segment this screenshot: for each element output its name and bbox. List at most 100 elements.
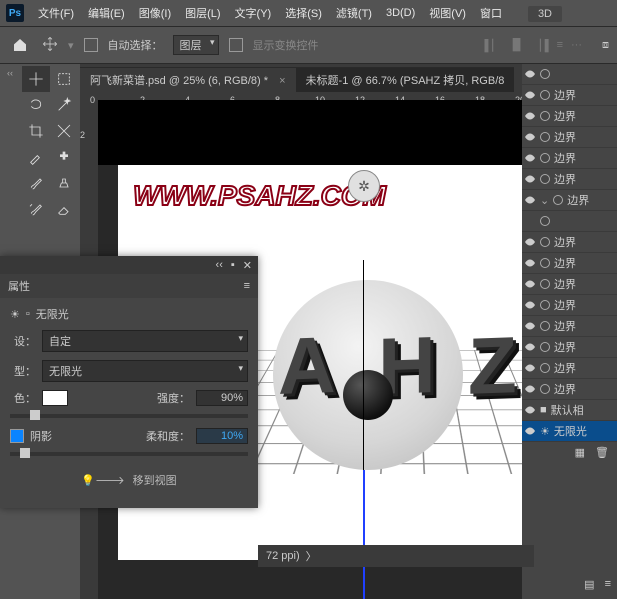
slice-tool[interactable] (50, 118, 78, 144)
align-left-icon[interactable]: ▌▏ (484, 39, 500, 52)
layer-row[interactable]: 边界 (522, 274, 617, 295)
visibility-icon[interactable] (524, 152, 536, 164)
collapse-tools-icon[interactable]: ‹‹ (0, 68, 20, 78)
layer-row[interactable] (522, 64, 617, 85)
light-thumb-icon: ▫ (26, 308, 30, 320)
layer-row-selected[interactable]: ☀无限光 (522, 421, 617, 442)
move-to-view-button[interactable]: 移到视图 (133, 472, 177, 488)
show-transform-label: 显示变换控件 (253, 37, 319, 53)
doc-tab-2[interactable]: 未标题-1 @ 66.7% (PSAHZ 拷贝, RGB/8 (296, 67, 515, 92)
panel-menu-icon[interactable]: ≡ (605, 578, 611, 591)
layer-row[interactable]: 边界 (522, 316, 617, 337)
show-transform-checkbox[interactable] (229, 38, 243, 52)
clone-stamp-tool[interactable] (50, 170, 78, 196)
visibility-icon[interactable] (524, 173, 536, 185)
magic-wand-tool[interactable] (50, 92, 78, 118)
intensity-slider[interactable] (10, 414, 248, 418)
visibility-icon[interactable] (524, 425, 536, 437)
menu-window[interactable]: 窗口 (480, 5, 502, 21)
move-tool-icon (42, 36, 58, 55)
crop-tool[interactable] (22, 118, 50, 144)
menu-edit[interactable]: 编辑(E) (88, 5, 125, 21)
eyedropper-tool[interactable] (22, 144, 50, 170)
trash-icon[interactable]: 🗑 (595, 446, 609, 459)
layer-row[interactable]: 边界 (522, 358, 617, 379)
visibility-icon[interactable] (524, 236, 536, 248)
doc-tab-1[interactable]: 阿飞新菜谱.psd @ 25% (6, RGB/8) * × (80, 67, 296, 92)
axis-z-line[interactable] (363, 470, 365, 599)
close-panel-icon[interactable]: ✕ (243, 259, 252, 272)
3d-letter-z: Z (468, 319, 517, 413)
layer-row[interactable]: ⌄边界 (522, 190, 617, 211)
workspace-3d-tab[interactable]: 3D (528, 6, 562, 22)
preset-select[interactable]: 自定 (42, 330, 248, 352)
layer-row[interactable]: 边界 (522, 295, 617, 316)
visibility-icon[interactable] (524, 89, 536, 101)
menu-view[interactable]: 视图(V) (429, 5, 466, 21)
type-select[interactable]: 无限光 (42, 360, 248, 382)
visibility-icon[interactable] (524, 383, 536, 395)
visibility-icon[interactable] (524, 362, 536, 374)
visibility-icon[interactable] (524, 257, 536, 269)
auto-select-combo[interactable]: 图层 (173, 35, 219, 55)
panel-expand-icon[interactable]: ▤ (584, 578, 594, 591)
layer-row[interactable]: 边界 (522, 127, 617, 148)
visibility-icon[interactable] (524, 278, 536, 290)
eraser-tool[interactable] (50, 196, 78, 222)
softness-slider[interactable] (10, 452, 248, 456)
collapse-panel-icon[interactable]: ‹‹ (216, 259, 223, 271)
bulb-icon[interactable]: 💡🡒 (81, 473, 124, 487)
menu-filter[interactable]: 滤镜(T) (336, 5, 372, 21)
panel-options-icon[interactable]: ≡ (244, 280, 250, 292)
menu-image[interactable]: 图像(I) (139, 5, 171, 21)
layer-row[interactable] (522, 211, 617, 232)
menu-3d[interactable]: 3D(D) (386, 7, 415, 19)
auto-select-checkbox[interactable] (84, 38, 98, 52)
3d-letter-a: A (278, 319, 336, 413)
visibility-icon[interactable] (524, 110, 536, 122)
layer-row[interactable]: 边界 (522, 379, 617, 400)
layer-row[interactable]: 边界 (522, 169, 617, 190)
home-button[interactable] (8, 33, 32, 57)
status-chevron-icon[interactable]: 〉 (306, 548, 317, 564)
panel-menu-icon[interactable]: ▪ (231, 259, 235, 271)
3d-mode-icon[interactable]: ⧈ (602, 39, 609, 52)
menu-select[interactable]: 选择(S) (285, 5, 322, 21)
menu-layer[interactable]: 图层(L) (185, 5, 220, 21)
visibility-icon[interactable] (524, 68, 536, 80)
brush-tool[interactable] (22, 170, 50, 196)
layer-row[interactable]: 边界 (522, 106, 617, 127)
menu-file[interactable]: 文件(F) (38, 5, 74, 21)
visibility-icon[interactable] (524, 131, 536, 143)
color-swatch[interactable] (42, 390, 68, 406)
visibility-icon[interactable] (524, 404, 536, 416)
lasso-tool[interactable] (22, 92, 50, 118)
layer-row[interactable]: 边界 (522, 148, 617, 169)
layers-menu-icon[interactable]: ▦ (575, 446, 585, 459)
light-pivot-control[interactable]: ✲ (348, 170, 380, 202)
visibility-icon[interactable] (524, 299, 536, 311)
marquee-tool[interactable] (50, 66, 78, 92)
move-tool[interactable] (22, 66, 50, 92)
distribute-icon[interactable]: ≡ (557, 39, 563, 52)
healing-brush-tool[interactable] (50, 144, 78, 170)
align-center-h-icon[interactable]: ▐▌ (509, 39, 525, 52)
more-align-icon[interactable]: ··· (571, 39, 582, 52)
layer-row[interactable]: 边界 (522, 232, 617, 253)
softness-input[interactable]: 10% (196, 428, 248, 444)
layer-row[interactable]: 边界 (522, 253, 617, 274)
properties-tab[interactable]: 属性 (8, 278, 30, 294)
shadow-checkbox[interactable] (10, 429, 24, 443)
layer-row[interactable]: 边界 (522, 85, 617, 106)
target-icon[interactable] (540, 69, 550, 79)
visibility-icon[interactable] (524, 194, 536, 206)
menu-type[interactable]: 文字(Y) (235, 5, 272, 21)
layer-row[interactable]: 边界 (522, 337, 617, 358)
layer-row[interactable]: ■默认相 (522, 400, 617, 421)
intensity-input[interactable]: 90% (196, 390, 248, 406)
visibility-icon[interactable] (524, 320, 536, 332)
visibility-icon[interactable] (524, 341, 536, 353)
history-brush-tool[interactable] (22, 196, 50, 222)
align-right-icon[interactable]: ▕▐ (532, 39, 548, 52)
close-tab-1-icon[interactable]: × (279, 75, 285, 87)
